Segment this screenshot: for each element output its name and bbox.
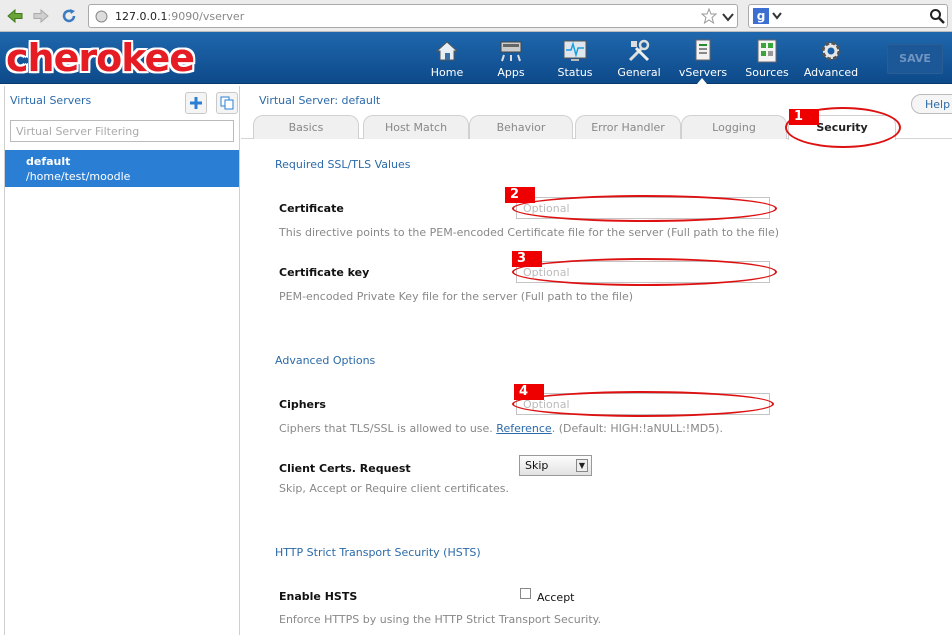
main-panel: Virtual Server: default Help Basics Host… bbox=[241, 84, 952, 635]
nav-general[interactable]: General bbox=[607, 38, 671, 79]
search-icon[interactable] bbox=[929, 8, 945, 24]
status-icon bbox=[563, 40, 587, 61]
hsts-help: Enforce HTTPS by using the HTTP Strict T… bbox=[279, 613, 602, 626]
copy-icon bbox=[220, 96, 234, 110]
plus-icon bbox=[190, 97, 202, 109]
bookmark-star-icon[interactable] bbox=[701, 8, 717, 24]
search-bar[interactable]: g bbox=[748, 4, 948, 28]
chevron-down-icon: ▼ bbox=[576, 459, 588, 472]
annotation-number-1: 1 bbox=[789, 109, 819, 125]
annotation-number-4: 4 bbox=[514, 384, 544, 400]
tab-host-match[interactable]: Host Match bbox=[363, 115, 469, 139]
certificate-help: This directive points to the PEM-encoded… bbox=[279, 226, 780, 239]
ciphers-label: Ciphers bbox=[279, 398, 326, 411]
certificate-key-label: Certificate key bbox=[279, 266, 370, 279]
forward-arrow-icon[interactable] bbox=[32, 7, 50, 25]
annotation-ellipse-4 bbox=[512, 391, 774, 417]
certificate-label: Certificate bbox=[279, 202, 344, 215]
nav-apps[interactable]: Apps bbox=[479, 38, 543, 79]
section-hsts-heading: HTTP Strict Transport Security (HSTS) bbox=[275, 546, 481, 559]
sidebar: Virtual Servers Virtual Server Filtering… bbox=[4, 86, 240, 635]
hsts-checkbox[interactable] bbox=[520, 588, 531, 599]
back-arrow-icon[interactable] bbox=[6, 7, 24, 25]
help-button[interactable]: Help bbox=[911, 94, 952, 114]
nav-status[interactable]: Status bbox=[543, 38, 607, 79]
nav-general-label: General bbox=[617, 66, 661, 79]
sidebar-title: Virtual Servers bbox=[10, 94, 92, 107]
vserver-filter-input[interactable]: Virtual Server Filtering bbox=[10, 120, 234, 142]
section-advanced-heading: Advanced Options bbox=[275, 354, 376, 367]
nav-sources[interactable]: Sources bbox=[735, 38, 799, 79]
url-bar[interactable]: 127.0.0.1:9090/vserver bbox=[88, 4, 738, 28]
ciphers-reference-link[interactable]: Reference bbox=[496, 422, 551, 435]
nav-home-label: Home bbox=[430, 66, 464, 79]
annotation-ellipse-3 bbox=[512, 258, 777, 286]
vserver-list-item[interactable]: default /home/test/moodle bbox=[5, 150, 239, 187]
add-vserver-button[interactable] bbox=[185, 92, 207, 114]
vserver-name: default bbox=[26, 155, 71, 168]
browser-toolbar: 127.0.0.1:9090/vserver g bbox=[0, 0, 952, 32]
nav-status-label: Status bbox=[557, 66, 593, 79]
engine-dropdown-icon[interactable] bbox=[772, 12, 782, 20]
nav-sources-label: Sources bbox=[745, 66, 789, 79]
annotation-ellipse-2 bbox=[512, 195, 777, 222]
client-certs-select[interactable]: Skip ▼ bbox=[519, 455, 592, 476]
vservers-icon bbox=[695, 39, 711, 61]
google-icon[interactable]: g bbox=[753, 8, 769, 24]
url-text: 127.0.0.1:9090/vserver bbox=[115, 10, 245, 23]
ciphers-help-default: . (Default: HIGH:!aNULL:!MD5). bbox=[551, 422, 723, 435]
home-icon bbox=[435, 41, 459, 61]
certificate-key-help: PEM-encoded Private Key file for the ser… bbox=[279, 290, 634, 303]
tab-basics[interactable]: Basics bbox=[253, 115, 359, 139]
annotation-number-3: 3 bbox=[512, 251, 542, 267]
reload-icon[interactable] bbox=[60, 7, 78, 25]
client-certs-label: Client Certs. Request bbox=[279, 462, 411, 475]
hsts-checkbox-label: Accept bbox=[537, 591, 575, 604]
tab-error-handler[interactable]: Error Handler bbox=[575, 115, 681, 139]
nav-apps-label: Apps bbox=[497, 66, 525, 79]
nav-advanced-label: Advanced bbox=[803, 66, 859, 79]
enable-hsts-label: Enable HSTS bbox=[279, 590, 358, 603]
tab-behavior[interactable]: Behavior bbox=[469, 115, 573, 139]
globe-icon bbox=[95, 10, 108, 23]
nav-home[interactable]: Home bbox=[415, 38, 479, 79]
apps-icon bbox=[500, 41, 522, 62]
app-header: cherokee Home Apps Status General vServe… bbox=[0, 32, 952, 84]
url-dropdown-icon[interactable] bbox=[722, 12, 734, 22]
save-button[interactable]: SAVE bbox=[887, 44, 943, 74]
ciphers-help-text: Ciphers that TLS/SSL is allowed to use. bbox=[279, 422, 493, 435]
section-ssl-heading: Required SSL/TLS Values bbox=[275, 158, 411, 171]
clone-vserver-button[interactable] bbox=[216, 92, 238, 114]
nav-vservers[interactable]: vServers bbox=[671, 38, 735, 79]
page-title: Virtual Server: default bbox=[259, 94, 381, 107]
annotation-number-2: 2 bbox=[505, 187, 535, 203]
ciphers-help: Ciphers that TLS/SSL is allowed to use. … bbox=[279, 422, 723, 435]
tools-icon bbox=[628, 39, 650, 62]
gear-icon bbox=[821, 41, 841, 61]
tab-logging[interactable]: Logging bbox=[681, 115, 787, 139]
sources-icon bbox=[757, 39, 777, 63]
cherokee-logo[interactable]: cherokee bbox=[6, 36, 195, 80]
client-certs-help: Skip, Accept or Require client certifica… bbox=[279, 482, 510, 495]
vserver-path: /home/test/moodle bbox=[26, 170, 131, 183]
client-certs-value: Skip bbox=[525, 459, 549, 472]
nav-advanced[interactable]: Advanced bbox=[799, 38, 863, 79]
